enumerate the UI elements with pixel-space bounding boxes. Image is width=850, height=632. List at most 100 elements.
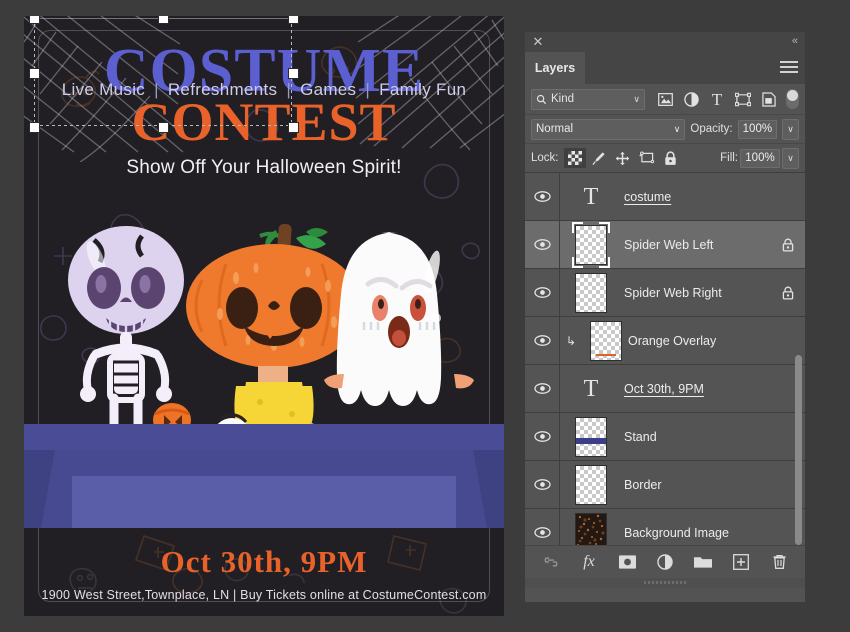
layer-name[interactable]: Orange Overlay [626, 334, 771, 348]
fill-input[interactable]: 100% [740, 148, 780, 168]
type-layer-icon: T [583, 375, 599, 402]
layer-name[interactable]: costume [622, 190, 771, 204]
layer-name[interactable]: Spider Web Right [622, 286, 771, 300]
scrollbar-thumb[interactable] [795, 355, 802, 545]
filter-kind-dropdown[interactable]: Kind ∨ [531, 88, 645, 110]
layer-visibility-eye-icon[interactable] [525, 365, 560, 412]
stage-stand [24, 424, 504, 528]
layer-name[interactable]: Background Image [622, 526, 771, 540]
layer-visibility-eye-icon[interactable] [525, 221, 560, 268]
filter-toggle-switch[interactable] [786, 89, 799, 109]
layer-visibility-eye-icon[interactable] [525, 317, 560, 364]
tab-layers-label: Layers [534, 61, 576, 75]
table-row[interactable]: Spider Web Left [525, 221, 805, 269]
type-filter-icon[interactable]: T [704, 88, 730, 110]
stand-bevel-left [24, 450, 72, 528]
feature-separator-3: | [365, 80, 371, 99]
hamburger-menu-icon[interactable] [780, 61, 798, 74]
poster-address-text: 1900 West Street,Townplace, LN | Buy Tic… [41, 588, 487, 602]
table-row[interactable]: ↳ Orange Overlay [525, 317, 805, 365]
layer-thumbnail[interactable] [560, 461, 622, 508]
layer-thumbnail[interactable]: T [560, 173, 622, 220]
stand-plate [72, 476, 456, 528]
layer-thumbnail[interactable] [560, 269, 622, 316]
layer-thumbnail[interactable] [560, 221, 622, 268]
lock-label: Lock: [531, 152, 559, 164]
layer-thumbnail[interactable] [560, 509, 622, 545]
new-layer-icon[interactable] [730, 551, 752, 573]
poster-title-block: COSTUME CONTEST Show Off Your Halloween … [24, 40, 504, 179]
search-icon [536, 94, 547, 104]
table-row[interactable]: T Oct 30th, 9PM [525, 365, 805, 413]
delete-layer-trash-icon[interactable] [768, 551, 790, 573]
table-row[interactable]: Stand [525, 413, 805, 461]
layer-thumbnail[interactable]: T [560, 365, 622, 412]
poster-document[interactable]: COSTUME CONTEST Show Off Your Halloween … [24, 16, 504, 616]
image-filter-icon[interactable] [652, 88, 678, 110]
table-row[interactable]: T costume [525, 173, 805, 221]
blend-mode-dropdown[interactable]: Normal ∨ [531, 118, 686, 140]
photoshop-window: COSTUME CONTEST Show Off Your Halloween … [0, 0, 850, 632]
layers-panel: ✕ « Layers Kind ∨ T Normal ∨ Opacity: 10… [525, 32, 805, 602]
lock-image-pixels-icon[interactable] [588, 148, 610, 168]
layer-name[interactable]: Oct 30th, 9PM [622, 382, 771, 396]
layer-name[interactable]: Spider Web Left [622, 238, 771, 252]
opacity-label: Opacity: [690, 123, 733, 135]
adjustment-filter-icon[interactable] [678, 88, 704, 110]
lock-transparent-pixels-icon[interactable] [563, 148, 586, 168]
layer-name[interactable]: Border [622, 478, 771, 492]
lock-position-icon[interactable] [612, 148, 634, 168]
opacity-input[interactable]: 100% [737, 119, 778, 139]
add-layer-mask-icon[interactable] [616, 551, 638, 573]
tab-layers[interactable]: Layers [525, 52, 585, 84]
table-row[interactable]: Border [525, 461, 805, 509]
layer-effects-fx-icon[interactable]: fx [578, 551, 600, 573]
table-row[interactable]: Spider Web Right [525, 269, 805, 317]
new-group-folder-icon[interactable] [692, 551, 714, 573]
poster-title-contest: CONTEST [131, 91, 397, 152]
opacity-chevron-icon[interactable]: ∨ [782, 118, 799, 140]
feature-refreshments: Refreshments [167, 80, 278, 99]
poster-subtitle: Show Off Your Halloween Spirit! [126, 157, 402, 179]
panel-resize-grip[interactable] [525, 578, 805, 588]
table-row[interactable]: Background Image [525, 509, 805, 545]
feature-separator-2: | [286, 80, 292, 99]
smart-object-filter-icon[interactable] [756, 88, 782, 110]
layer-visibility-eye-icon[interactable] [525, 461, 560, 508]
poster-features-line: Live Music | Refreshments | Games | Fami… [24, 80, 504, 100]
chevron-down-icon: ∨ [633, 93, 640, 104]
lock-all-icon[interactable] [660, 148, 682, 168]
layer-visibility-eye-icon[interactable] [525, 413, 560, 460]
collapse-panel-icon[interactable]: « [792, 35, 798, 47]
skeleton-character [68, 226, 191, 445]
layer-filter-row: Kind ∨ T [525, 84, 805, 115]
layer-thumbnail[interactable] [560, 413, 622, 460]
link-layers-icon[interactable] [540, 551, 562, 573]
transparent-thumbnail [575, 272, 607, 313]
fill-label: Fill: [720, 152, 738, 164]
panel-title-bar: ✕ « [525, 32, 805, 52]
stand-preview-stripe [576, 437, 606, 444]
layer-list-scrollbar[interactable] [794, 173, 803, 545]
new-adjustment-layer-icon[interactable] [654, 551, 676, 573]
feature-family-fun: Family Fun [379, 80, 467, 99]
shape-filter-icon[interactable] [730, 88, 756, 110]
thumbnail-selection-corners [572, 221, 610, 268]
blend-mode-row: Normal ∨ Opacity: 100% ∨ [525, 115, 805, 144]
layer-visibility-eye-icon[interactable] [525, 269, 560, 316]
stand-top-surface [24, 424, 504, 450]
close-icon[interactable]: ✕ [531, 35, 545, 49]
layer-visibility-eye-icon[interactable] [525, 509, 560, 545]
layer-name[interactable]: Stand [622, 430, 771, 444]
layer-list[interactable]: T costume Spider Web Left Spider Web Rig… [525, 173, 805, 545]
canvas-area[interactable]: COSTUME CONTEST Show Off Your Halloween … [0, 0, 520, 632]
poster-date-text: Oct 30th, 9PM [160, 544, 368, 579]
lock-artboard-icon[interactable] [636, 148, 658, 168]
chevron-down-icon: ∨ [673, 123, 681, 134]
layer-thumbnail[interactable]: ↳ [560, 317, 626, 364]
layer-visibility-eye-icon[interactable] [525, 173, 560, 220]
panel-tab-row: Layers [525, 52, 805, 84]
fill-chevron-icon[interactable]: ∨ [782, 147, 799, 169]
transparent-thumbnail [590, 320, 622, 361]
layers-panel-toolbar: fx [525, 545, 805, 578]
